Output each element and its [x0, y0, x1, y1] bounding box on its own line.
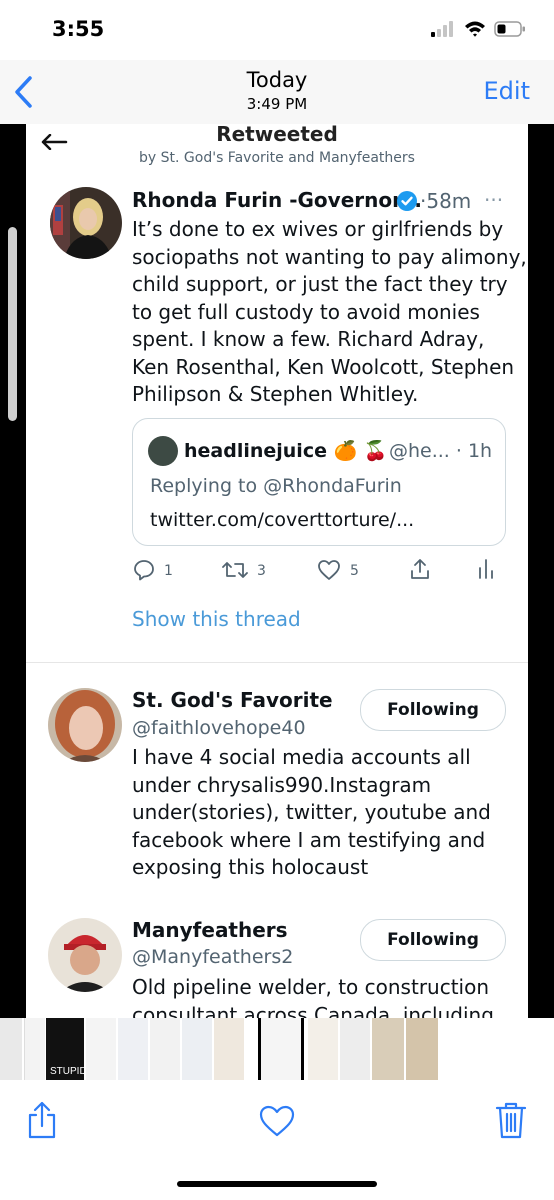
- reply-count: 1: [164, 563, 173, 579]
- share-icon[interactable]: [409, 558, 431, 580]
- quoted-author-handle: @he... · 1h: [389, 440, 493, 462]
- retweeted-by-text: by St. God's Favorite and Manyfeathers: [139, 150, 415, 166]
- share-icon[interactable]: [26, 1100, 58, 1140]
- account-handle: @Manyfeathers2: [132, 946, 294, 968]
- cellular-signal-icon: [431, 20, 453, 37]
- account-name[interactable]: St. God's Favorite: [132, 688, 333, 712]
- home-indicator: [177, 1181, 377, 1187]
- wifi-icon: [465, 21, 485, 37]
- following-button[interactable]: Following: [360, 919, 506, 961]
- tweet-age: ·58m: [420, 189, 472, 213]
- thumbnail[interactable]: STUPIDI: [46, 1018, 89, 1080]
- battery-icon: [494, 20, 525, 37]
- section-divider: [26, 662, 528, 663]
- trash-icon[interactable]: [495, 1100, 527, 1140]
- thumbnail[interactable]: [214, 1018, 244, 1080]
- thumbnail[interactable]: [0, 1018, 22, 1080]
- status-bar: 3:55: [0, 0, 554, 60]
- favorite-heart-icon[interactable]: [258, 1104, 296, 1138]
- bio-clip: Old pipeline welder, to construction con…: [0, 974, 554, 1018]
- retweet-count: 3: [257, 563, 266, 579]
- quoted-author-name: headlinejuice 🍊 🍒: [184, 440, 388, 462]
- thumbnail-selected[interactable]: [258, 1018, 304, 1080]
- status-icons: [430, 20, 526, 37]
- thumbnail[interactable]: [24, 1018, 45, 1080]
- thumbnail[interactable]: [118, 1018, 148, 1080]
- scroll-indicator: [8, 227, 17, 421]
- account-handle: @faithlovehope40: [132, 717, 306, 739]
- thumbnail[interactable]: [308, 1018, 338, 1080]
- status-time: 3:55: [52, 17, 105, 41]
- author-name: Rhonda Furin -Governor...: [132, 188, 422, 212]
- account-name[interactable]: Manyfeathers: [132, 918, 288, 942]
- main-tweet-author[interactable]: Rhonda Furin -Governor...: [132, 188, 422, 212]
- following-button[interactable]: Following: [360, 689, 506, 731]
- thumbnail-strip[interactable]: STUPIDI: [0, 1018, 554, 1080]
- retweet-icon[interactable]: [222, 559, 248, 581]
- st-gods-favorite-avatar: [48, 688, 122, 762]
- thumbnail[interactable]: [406, 1018, 438, 1080]
- quoted-link[interactable]: twitter.com/coverttorture/...: [150, 509, 414, 531]
- nav-title: Today: [246, 68, 308, 92]
- headlinejuice-avatar: [148, 436, 178, 466]
- main-tweet-text: It’s done to ex wives or girlfriends by …: [132, 217, 527, 406]
- thumbnail[interactable]: [150, 1018, 180, 1080]
- thumbnail[interactable]: [372, 1018, 404, 1080]
- reply-icon[interactable]: [133, 559, 155, 581]
- rhonda-avatar: [50, 187, 122, 259]
- thumbnail[interactable]: [340, 1018, 370, 1080]
- like-heart-icon[interactable]: [317, 559, 341, 581]
- show-thread-link[interactable]: Show this thread: [132, 607, 301, 631]
- more-options-icon[interactable]: ···: [484, 188, 503, 212]
- analytics-icon[interactable]: [477, 558, 495, 580]
- replying-to-text: Replying to @RhondaFurin: [150, 475, 402, 497]
- account-bio: Old pipeline welder, to construction con…: [132, 975, 494, 1018]
- thumbnail-text: STUPIDI: [50, 1066, 90, 1077]
- thumbnail[interactable]: [86, 1018, 116, 1080]
- edit-button[interactable]: Edit: [484, 77, 530, 105]
- verified-badge-icon: [397, 191, 417, 211]
- like-count: 5: [350, 563, 359, 579]
- thumbnail[interactable]: [182, 1018, 212, 1080]
- nav-subtitle: 3:49 PM: [246, 95, 308, 113]
- account-bio: I have 4 social media accounts all under…: [132, 745, 491, 879]
- retweeted-title: Retweeted: [216, 122, 338, 146]
